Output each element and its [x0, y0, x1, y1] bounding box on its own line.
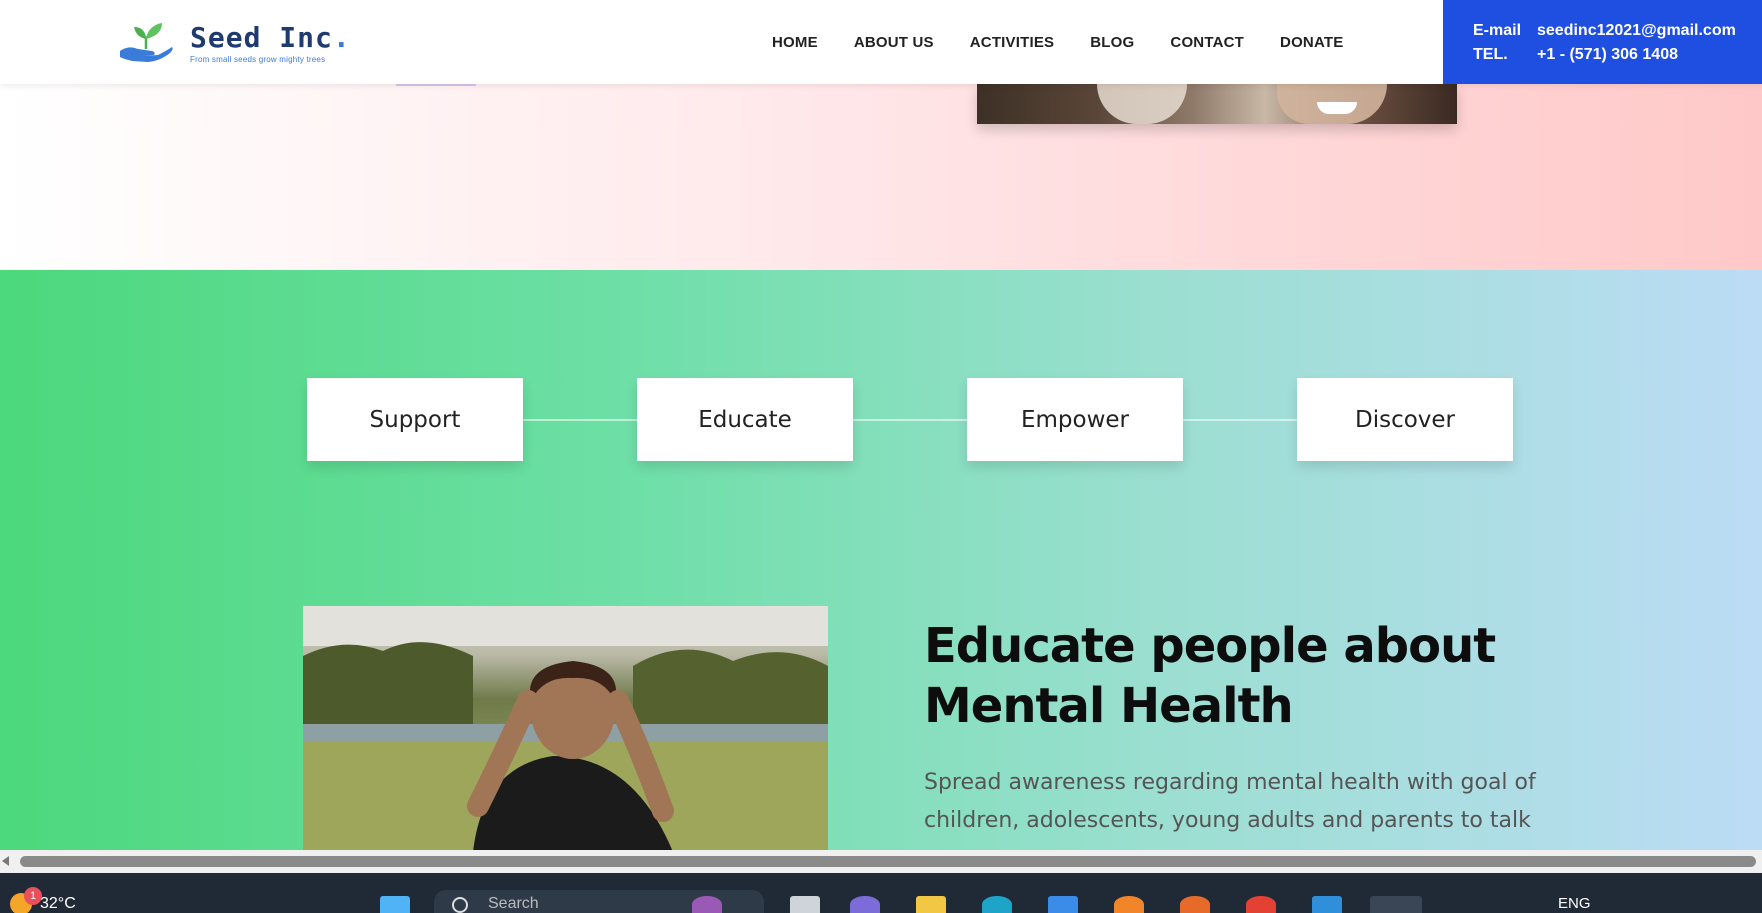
tel-value[interactable]: +1 - (571) 306 1408 [1537, 43, 1678, 67]
step-connector [853, 419, 967, 421]
mission-section: Support Educate Empower Discover Educate… [0, 270, 1762, 852]
firefox-dev-icon[interactable] [1180, 896, 1210, 913]
step-support[interactable]: Support [307, 378, 523, 461]
step-connector [1183, 419, 1297, 421]
teams-chat-icon[interactable] [850, 896, 880, 913]
mental-health-photo [303, 606, 828, 852]
task-view-icon[interactable] [790, 896, 820, 913]
weather-temperature: 32°C [40, 895, 76, 912]
nav-contact[interactable]: CONTACT [1170, 34, 1244, 51]
hero-section [0, 84, 1762, 270]
site-logo[interactable]: Seed Inc. From small seeds grow mighty t… [118, 18, 351, 68]
widget-flower-icon [692, 896, 722, 913]
hero-image-children [977, 84, 1457, 124]
edge-browser-icon[interactable] [982, 896, 1012, 913]
windows-start-icon[interactable] [380, 896, 410, 913]
feature-title: Educate people about Mental Health [924, 618, 1496, 734]
email-label: E-mail [1473, 22, 1522, 39]
site-header: Seed Inc. From small seeds grow mighty t… [0, 0, 1762, 84]
horizontal-scrollbar[interactable] [0, 850, 1762, 873]
step-empower[interactable]: Empower [967, 378, 1183, 461]
nav-donate[interactable]: DONATE [1280, 34, 1343, 51]
mission-steps: Support Educate Empower Discover [307, 378, 1513, 461]
taskbar [0, 873, 1762, 913]
nav-about-us[interactable]: ABOUT US [854, 34, 934, 51]
store-icon[interactable] [1048, 896, 1078, 913]
weather-sun-icon: 1 [10, 887, 42, 913]
main-nav: HOME ABOUT US ACTIVITIES BLOG CONTACT DO… [772, 0, 1379, 84]
language-indicator[interactable]: ENG [1558, 895, 1591, 912]
notification-badge: 1 [24, 887, 42, 905]
feature-description: Spread awareness regarding mental health… [924, 770, 1536, 833]
chrome-icon[interactable] [1246, 896, 1276, 913]
nav-activities[interactable]: ACTIVITIES [970, 34, 1055, 51]
hand-sprout-icon [120, 23, 173, 62]
scroll-left-arrow-icon[interactable] [2, 856, 9, 866]
logo-tagline: From small seeds grow mighty trees [190, 54, 326, 64]
nav-home[interactable]: HOME [772, 34, 818, 51]
step-connector [523, 419, 637, 421]
weather-widget[interactable]: 1 32°C [10, 887, 76, 913]
search-placeholder: Search [488, 895, 539, 912]
hero-underline [118, 84, 478, 86]
step-discover[interactable]: Discover [1297, 378, 1513, 461]
step-educate[interactable]: Educate [637, 378, 853, 461]
search-icon [452, 897, 468, 913]
active-app-icon[interactable] [1370, 896, 1422, 913]
vscode-icon[interactable] [1312, 896, 1342, 913]
logo-wordmark: Seed Inc. [190, 20, 351, 54]
email-value[interactable]: seedinc12021@gmail.com [1537, 19, 1736, 43]
scrollbar-thumb[interactable] [20, 856, 1756, 867]
file-explorer-icon[interactable] [916, 896, 946, 913]
firefox-icon[interactable] [1114, 896, 1144, 913]
contact-info-box: E-mail seedinc12021@gmail.com TEL. +1 - … [1443, 0, 1762, 84]
tel-label: TEL. [1473, 46, 1508, 63]
nav-blog[interactable]: BLOG [1090, 34, 1134, 51]
